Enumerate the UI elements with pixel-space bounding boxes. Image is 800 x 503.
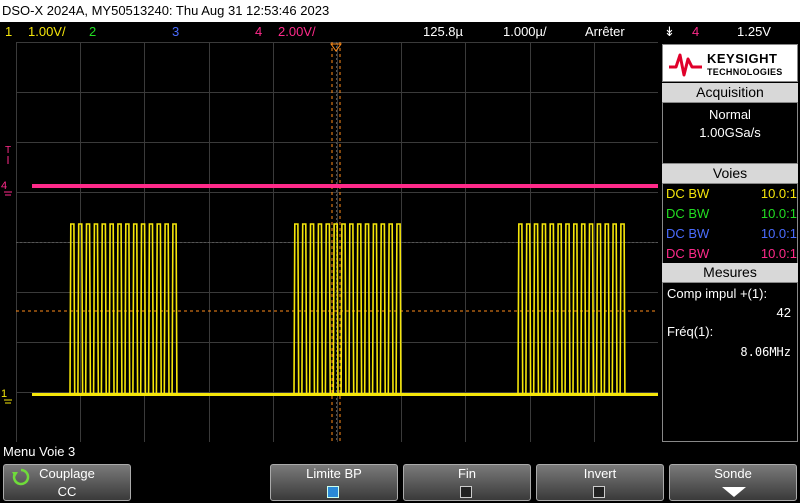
submenu-arrow-icon: [722, 487, 746, 497]
fin-checkbox[interactable]: [460, 486, 472, 498]
ch3-number[interactable]: 3: [172, 22, 179, 42]
voie-2-probe: 10.0:1: [760, 206, 797, 221]
voies-body: DC BW 10.0:1 DC BW 10.0:1 DC BW 10.0:1 D…: [662, 183, 798, 264]
invert-checkbox[interactable]: [593, 486, 605, 498]
mesures-body: Comp impul +(1): 42 Fréq(1): 8.06MHz: [662, 282, 798, 442]
logo-line2: TECHNOLOGIES: [707, 67, 783, 77]
voie-row-3[interactable]: DC BW 10.0:1: [665, 224, 797, 244]
voie-2-coupling: DC BW: [666, 206, 710, 221]
voies-header[interactable]: Voies: [662, 164, 798, 183]
ch1-number[interactable]: 1: [5, 22, 12, 42]
side-panel: KEYSIGHT TECHNOLOGIES Acquisition Normal…: [660, 42, 800, 442]
voie-row-4[interactable]: DC BW 10.0:1: [665, 244, 797, 264]
title-text: DSO-X 2024A, MY50513240: Thu Aug 31 12:5…: [2, 3, 330, 18]
limite-bp-label: Limite BP: [306, 466, 362, 481]
logo-line1: KEYSIGHT: [707, 51, 778, 66]
couplage-softkey[interactable]: Couplage CC: [3, 464, 131, 501]
waveform-display[interactable]: [16, 42, 658, 442]
ch1-scale[interactable]: 1.00V/: [28, 22, 66, 42]
acquisition-body: Normal 1.00GSa/s: [662, 102, 798, 164]
trigger-t-marker: T: [5, 145, 11, 156]
ch4-trace[interactable]: [32, 184, 658, 188]
trigger-channel[interactable]: 4: [692, 22, 699, 42]
voie-row-2[interactable]: DC BW 10.0:1: [665, 204, 797, 224]
voie-3-coupling: DC BW: [666, 226, 710, 241]
acquisition-rate: 1.00GSa/s: [699, 125, 761, 140]
measure-2-label: Fréq(1):: [667, 324, 714, 339]
sonde-label: Sonde: [714, 466, 752, 481]
voie-row-1[interactable]: DC BW 10.0:1: [665, 184, 797, 204]
sonde-softkey[interactable]: Sonde: [669, 464, 797, 501]
ch1-baseline: [32, 393, 658, 396]
limite-bp-softkey[interactable]: Limite BP: [270, 464, 398, 501]
ch1-trace[interactable]: [32, 223, 658, 395]
invert-label: Invert: [583, 466, 617, 481]
measure-1-value: 42: [776, 305, 791, 320]
run-state[interactable]: Arrêter: [585, 22, 625, 42]
voie-1-probe: 10.0:1: [760, 186, 797, 201]
status-bar: 1 1.00V/ 2 3 4 2.00V/ 125.8µ 1.000µ/ Arr…: [0, 22, 800, 42]
couplage-label: Couplage: [39, 466, 95, 481]
invert-softkey[interactable]: Invert: [536, 464, 664, 501]
ch1-ground-marker: 1: [1, 388, 7, 400]
title-bar: DSO-X 2024A, MY50513240: Thu Aug 31 12:5…: [0, 0, 800, 22]
waveform-svg[interactable]: [16, 42, 658, 442]
time-position[interactable]: 125.8µ: [423, 22, 463, 42]
mesures-header[interactable]: Mesures: [662, 263, 798, 282]
voie-1-coupling: DC BW: [666, 186, 710, 201]
trigger-edge-icon: ↡: [664, 24, 675, 39]
ch2-number[interactable]: 2: [89, 22, 96, 42]
voie-4-probe: 10.0:1: [760, 246, 797, 261]
limite-bp-checkbox[interactable]: [327, 486, 339, 498]
channel-markers: T 4 1: [0, 42, 16, 442]
measure-2-value: 8.06MHz: [740, 345, 791, 359]
fin-softkey[interactable]: Fin: [403, 464, 531, 501]
menu-title: Menu Voie 3: [3, 444, 76, 459]
keysight-wave-icon: [669, 53, 702, 77]
ch4-scale[interactable]: 2.00V/: [278, 22, 316, 42]
voie-4-coupling: DC BW: [666, 246, 710, 261]
fin-label: Fin: [457, 466, 477, 481]
couplage-value: CC: [57, 484, 77, 499]
ch4-ground-marker: 4: [1, 180, 7, 192]
ch4-number[interactable]: 4: [255, 22, 262, 42]
voie-3-probe: 10.0:1: [760, 226, 797, 241]
softkey-bar: Menu Voie 3 Couplage CC Limite BP Fin In…: [0, 442, 800, 503]
trigger-level[interactable]: 1.25V: [737, 22, 771, 42]
time-scale[interactable]: 1.000µ/: [503, 22, 547, 42]
acquisition-header[interactable]: Acquisition: [662, 83, 798, 102]
keysight-logo: KEYSIGHT TECHNOLOGIES: [662, 44, 798, 82]
acquisition-mode: Normal: [709, 107, 751, 122]
measure-1-label: Comp impul +(1):: [667, 286, 768, 301]
